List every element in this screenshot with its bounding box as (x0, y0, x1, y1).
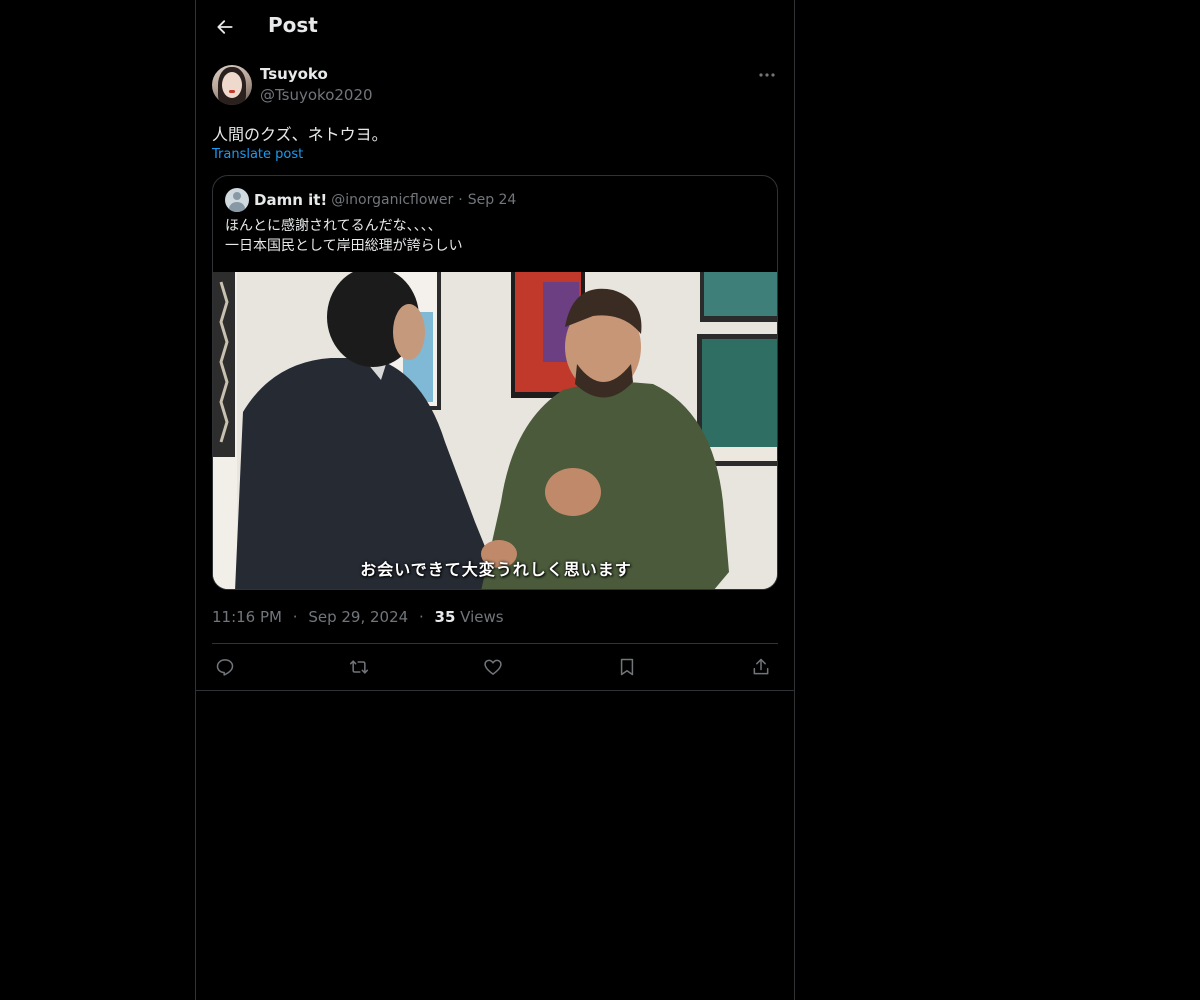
post-meta: 11:16 PM · Sep 29, 2024 · 35 Views (212, 608, 504, 626)
avatar[interactable] (212, 65, 252, 105)
quoted-post[interactable]: Damn it! @inorganicflower · Sep 24 ほんとに感… (212, 175, 778, 590)
arrow-left-icon (217, 20, 233, 34)
bookmark-icon (620, 658, 634, 676)
back-button[interactable] (208, 10, 242, 44)
views-count[interactable]: 35 (435, 608, 456, 626)
media-subtitle: お会いできて大変うれしく思います (360, 560, 632, 579)
header-bar: Post (196, 0, 794, 54)
divider (212, 643, 778, 644)
meta-separator: · (292, 608, 298, 626)
quoted-separator: · (458, 192, 463, 208)
quoted-display-name: Damn it! (254, 191, 328, 209)
post-date[interactable]: Sep 29, 2024 (308, 608, 408, 626)
repost-icon (349, 660, 369, 674)
quoted-text-line: 一日本国民として岸田総理が誇らしい (225, 238, 463, 254)
author-handle[interactable]: @Tsuyoko2020 (260, 86, 373, 104)
quoted-text-line: ほんとに感謝されてるんだな、、、、 (225, 218, 442, 234)
translate-post-link[interactable]: Translate post (212, 147, 303, 162)
heart-icon (484, 659, 502, 675)
more-horizontal-icon (759, 73, 775, 77)
quoted-text: ほんとに感謝されてるんだな、、、、 一日本国民として岸田総理が誇らしい (225, 216, 765, 256)
views-label[interactable]: Views (460, 608, 503, 626)
repost-button[interactable] (346, 654, 372, 680)
author-display-name[interactable]: Tsuyoko (260, 65, 328, 83)
post-time[interactable]: 11:16 PM (212, 608, 282, 626)
divider (196, 690, 794, 691)
quoted-handle: @inorganicflower (331, 192, 454, 208)
post-text: 人間のクズ、ネトウヨ。 (212, 125, 388, 144)
share-button[interactable] (748, 654, 774, 680)
more-options-button[interactable] (756, 67, 778, 83)
reply-button[interactable] (212, 654, 238, 680)
media-photo (213, 272, 777, 589)
quoted-media-image[interactable]: お会いできて大変うれしく思います (213, 272, 777, 589)
reply-icon (216, 659, 234, 676)
quoted-avatar (225, 188, 249, 212)
meta-separator: · (418, 608, 424, 626)
main-column: Post Tsuyoko @Tsuyoko2020 人間のクズ、ネトウヨ。 Tr… (195, 0, 795, 1000)
bookmark-button[interactable] (614, 654, 640, 680)
action-bar (212, 654, 778, 680)
page-title: Post (268, 13, 318, 37)
quoted-date: Sep 24 (467, 192, 517, 208)
quoted-post-header: Damn it! @inorganicflower · Sep 24 (225, 188, 765, 212)
share-icon (753, 658, 769, 675)
like-button[interactable] (480, 654, 506, 680)
post-author: Tsuyoko @Tsuyoko2020 (212, 65, 778, 109)
